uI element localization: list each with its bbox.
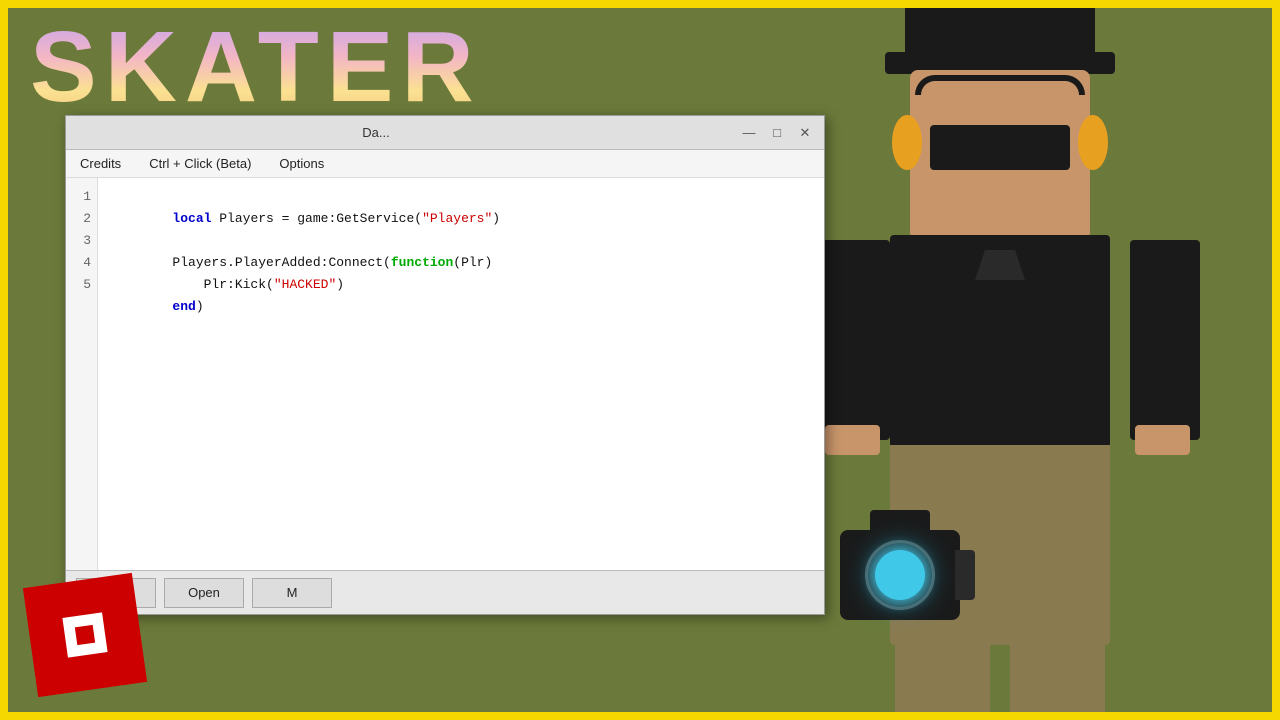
char-collar <box>975 250 1025 280</box>
menu-bar: Credits Ctrl + Click (Beta) Options <box>66 150 824 178</box>
camera-prop <box>840 530 960 620</box>
camera-side-grip <box>955 550 975 600</box>
char-hat-top <box>905 0 1095 60</box>
char-head <box>910 70 1090 240</box>
roblox-square-icon <box>75 625 95 645</box>
char-arm-left <box>820 240 890 440</box>
char-headband <box>915 75 1085 95</box>
camera-lens-inner <box>875 550 925 600</box>
editor-toolbar: Clear Open M <box>66 570 824 614</box>
title-bar: Da... — □ ✕ <box>66 116 824 150</box>
menu-credits[interactable]: Credits <box>74 154 127 173</box>
maximize-button[interactable]: □ <box>766 122 788 144</box>
open-button[interactable]: Open <box>164 578 244 608</box>
camera-lens-outer <box>865 540 935 610</box>
roblox-logo <box>23 573 147 697</box>
menu-ctrl-click[interactable]: Ctrl + Click (Beta) <box>143 154 257 173</box>
char-headphone-left <box>892 115 922 170</box>
camera-handle <box>870 510 930 535</box>
roblox-logo-inner <box>62 612 107 657</box>
camera-body <box>840 530 960 620</box>
more-button[interactable]: M <box>252 578 332 608</box>
minimize-button[interactable]: — <box>738 122 760 144</box>
window-buttons: — □ ✕ <box>738 122 816 144</box>
char-torso <box>890 235 1110 455</box>
skater-title: SKATER <box>30 10 482 125</box>
window-title: Da... <box>74 125 678 140</box>
menu-options[interactable]: Options <box>273 154 330 173</box>
line-numbers: 1 2 3 4 5 <box>66 178 98 570</box>
char-leg-right <box>1010 635 1105 720</box>
char-hand-right <box>1135 425 1190 455</box>
code-line-1: local Players = game:GetService("Players… <box>110 186 812 208</box>
code-editor[interactable]: local Players = game:GetService("Players… <box>98 178 824 570</box>
char-glasses <box>930 125 1070 170</box>
close-button[interactable]: ✕ <box>794 122 816 144</box>
line-num-5: 5 <box>66 274 97 296</box>
line-num-4: 4 <box>66 252 97 274</box>
char-leg-left <box>895 635 990 720</box>
line-num-2: 2 <box>66 208 97 230</box>
line-num-3: 3 <box>66 230 97 252</box>
code-area: 1 2 3 4 5 local Players = game:GetServic… <box>66 178 824 570</box>
char-headphone-right <box>1078 115 1108 170</box>
char-arm-right <box>1130 240 1200 440</box>
char-hand-left <box>825 425 880 455</box>
code-line-3: Players.PlayerAdded:Connect(function(Plr… <box>110 230 812 252</box>
editor-window: Da... — □ ✕ Credits Ctrl + Click (Beta) … <box>65 115 825 615</box>
line-num-1: 1 <box>66 186 97 208</box>
